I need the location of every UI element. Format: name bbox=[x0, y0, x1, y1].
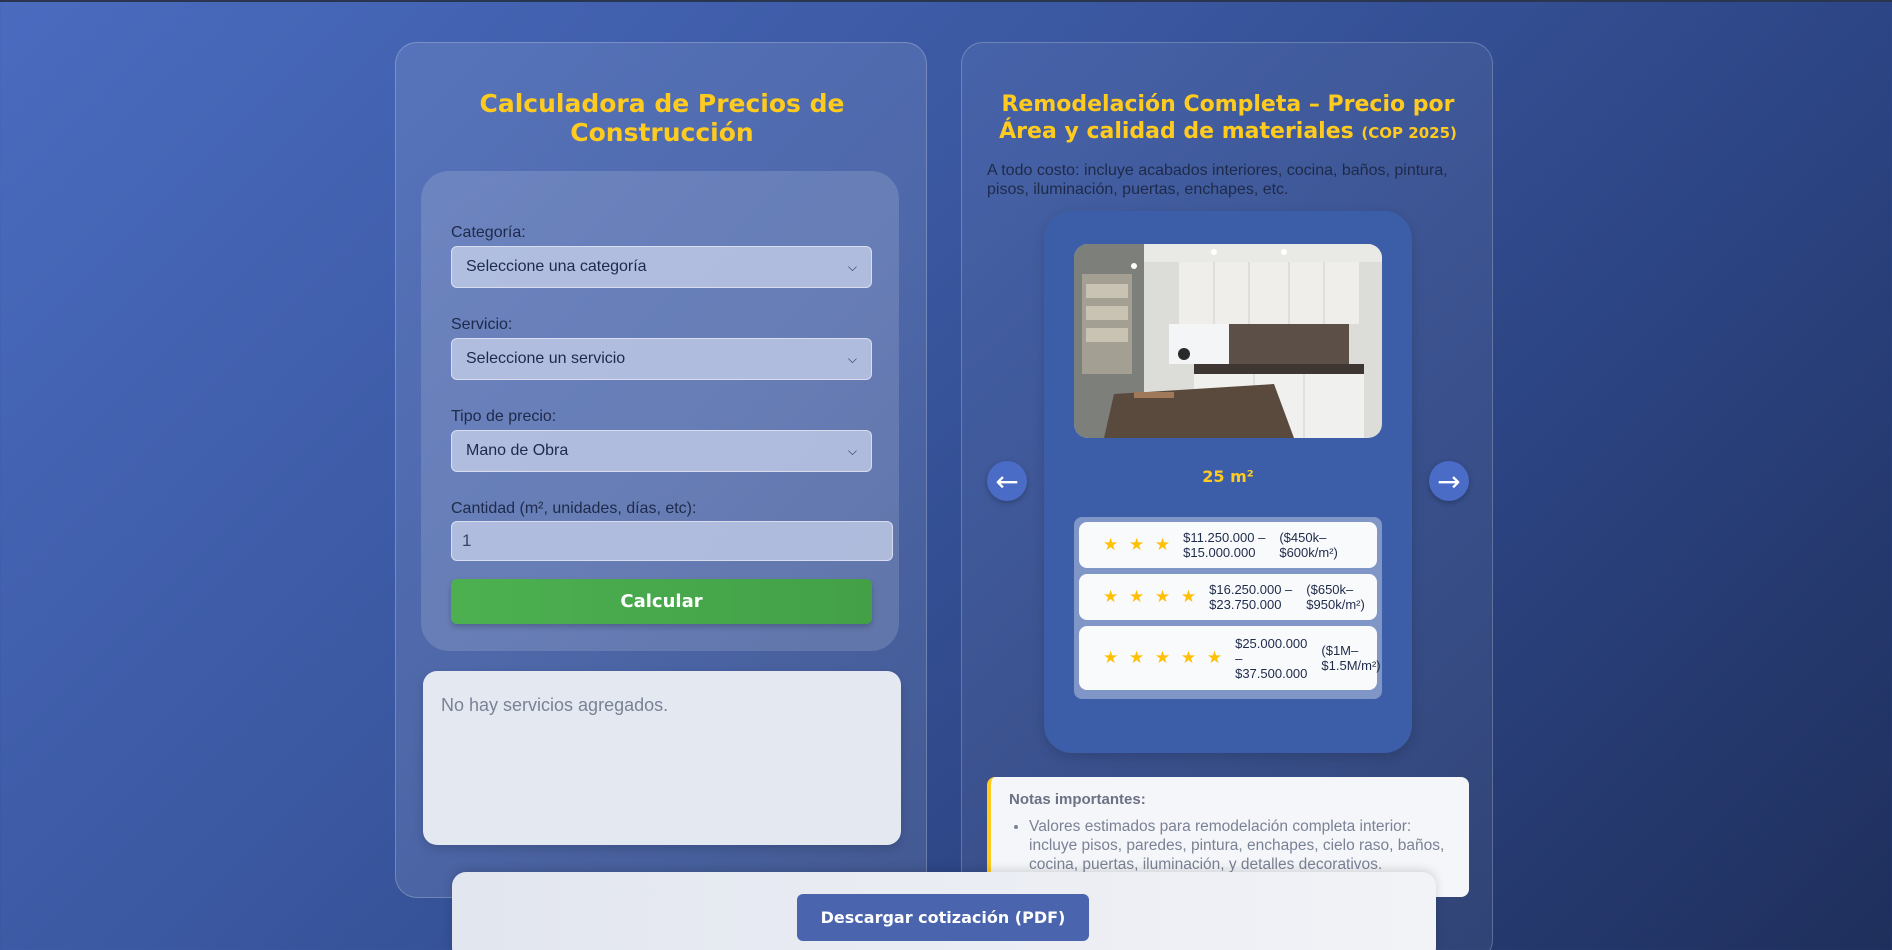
calculator-title: Calculadora de Precios de Construcción bbox=[479, 89, 845, 147]
price-type-select-value: Mano de Obra bbox=[466, 442, 569, 459]
chevron-down-icon: ⌵ bbox=[847, 351, 857, 366]
service-label: Servicio: bbox=[451, 316, 513, 333]
next-arrow-button[interactable]: → bbox=[1429, 461, 1469, 501]
tier-rate: ($1M– $1.5M/m²) bbox=[1321, 643, 1381, 673]
area-carousel: 25 m² ★ ★ ★ $11.250.000 – $15.000.000 ($… bbox=[1044, 211, 1412, 753]
area-label: 25 m² bbox=[1202, 467, 1254, 486]
quote-footer: Descargar cotización (PDF) bbox=[452, 872, 1436, 950]
remodel-title: Remodelación Completa – Precio por Área … bbox=[982, 91, 1474, 147]
calculator-panel: Calculadora de Precios de Construcción C… bbox=[395, 42, 927, 898]
quantity-input[interactable]: 1 bbox=[451, 521, 893, 561]
price-tiers: ★ ★ ★ $11.250.000 – $15.000.000 ($450k– … bbox=[1074, 517, 1382, 699]
tier-rate: ($650k– $950k/m²) bbox=[1306, 582, 1365, 612]
price-type-select[interactable]: Mano de Obra ⌵ bbox=[451, 430, 872, 472]
remodel-panel: Remodelación Completa – Precio por Área … bbox=[961, 42, 1493, 950]
tier-5-stars: ★ ★ ★ ★ ★ $25.000.000 – $37.500.000 ($1M… bbox=[1079, 626, 1381, 690]
download-pdf-button[interactable]: Descargar cotización (PDF) bbox=[797, 894, 1089, 941]
remodel-title-currency: (COP 2025) bbox=[1361, 124, 1457, 142]
chevron-down-icon: ⌵ bbox=[847, 259, 857, 274]
calculate-button[interactable]: Calcular bbox=[451, 579, 872, 624]
quantity-label: Cantidad (m², unidades, días, etc): bbox=[451, 500, 697, 517]
price-type-label: Tipo de precio: bbox=[451, 408, 557, 425]
services-list: No hay servicios agregados. bbox=[423, 671, 901, 845]
tier-price: $11.250.000 – $15.000.000 bbox=[1183, 530, 1266, 560]
calculator-form: Categoría: Seleccione una categoría ⌵ Se… bbox=[421, 171, 899, 651]
tier-3-stars: ★ ★ ★ $11.250.000 – $15.000.000 ($450k– … bbox=[1079, 522, 1377, 568]
note-item: Valores estimados para remodelación comp… bbox=[1029, 817, 1459, 874]
service-select-value: Seleccione un servicio bbox=[466, 350, 626, 367]
kitchen-photo bbox=[1074, 244, 1382, 438]
category-select[interactable]: Seleccione una categoría ⌵ bbox=[451, 246, 872, 288]
star-rating: ★ ★ ★ ★ ★ bbox=[1103, 648, 1226, 667]
remodel-description: A todo costo: incluye acabados interiore… bbox=[987, 162, 1448, 198]
star-rating: ★ ★ ★ bbox=[1103, 535, 1174, 554]
tier-rate: ($450k– $600k/m²) bbox=[1279, 530, 1338, 560]
prev-arrow-button[interactable]: ← bbox=[987, 461, 1027, 501]
service-select[interactable]: Seleccione un servicio ⌵ bbox=[451, 338, 872, 380]
category-label: Categoría: bbox=[451, 224, 526, 241]
chevron-down-icon: ⌵ bbox=[847, 443, 857, 458]
tier-price: $16.250.000 – $23.750.000 bbox=[1209, 582, 1293, 612]
star-rating: ★ ★ ★ ★ bbox=[1103, 587, 1200, 606]
tier-price: $25.000.000 – $37.500.000 bbox=[1235, 635, 1308, 681]
category-select-value: Seleccione una categoría bbox=[466, 258, 647, 275]
tier-4-stars: ★ ★ ★ ★ $16.250.000 – $23.750.000 ($650k… bbox=[1079, 574, 1377, 620]
notes-list: Valores estimados para remodelación comp… bbox=[1029, 817, 1459, 874]
services-empty-text: No hay servicios agregados. bbox=[441, 695, 669, 715]
top-border bbox=[0, 0, 1892, 2]
notes-title: Notas importantes: bbox=[1009, 791, 1146, 808]
